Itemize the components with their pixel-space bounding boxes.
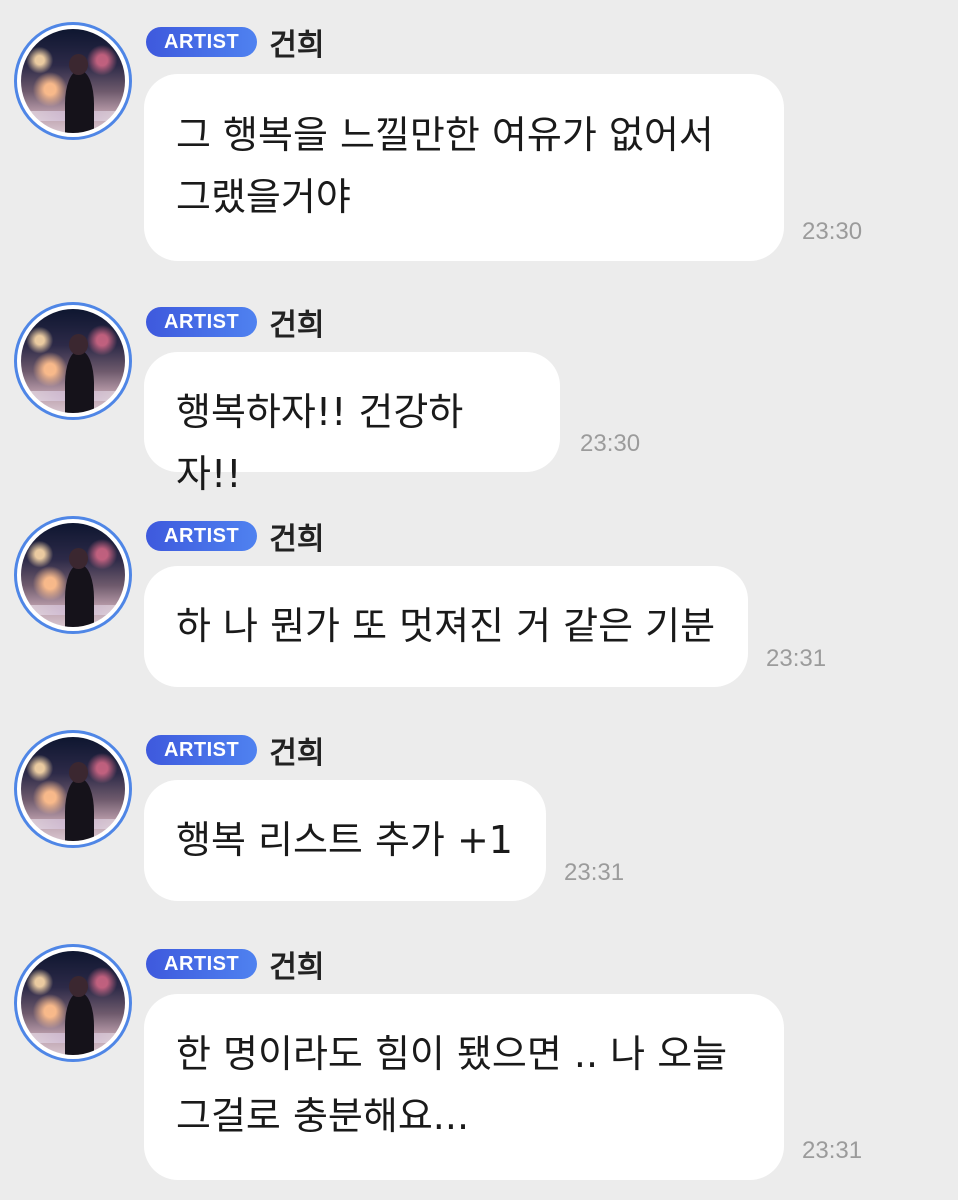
chat-message: ARTIST 건희 행복 리스트 추가 +1 23:31 <box>0 730 958 902</box>
chat-message: ARTIST 건희 그 행복을 느낄만한 여유가 없어서 그랬을거야 23:30 <box>0 22 958 262</box>
message-bubble[interactable]: 행복하자!! 건강하자!! <box>144 352 560 496</box>
message-bubble[interactable]: 하 나 뭔가 또 멋져진 거 같은 기분 <box>144 566 748 687</box>
avatar[interactable] <box>14 302 132 420</box>
message-time: 23:31 <box>766 645 827 672</box>
message-bubble[interactable]: 행복 리스트 추가 +1 <box>144 780 546 901</box>
chat-message: ARTIST 건희 행복하자!! 건강하자!! 23:30 <box>0 302 958 496</box>
profile-photo-icon <box>21 523 125 627</box>
sender-name: 건희 <box>269 308 325 343</box>
sender-row: ARTIST 건희 <box>146 516 325 557</box>
avatar[interactable] <box>14 730 132 848</box>
avatar[interactable] <box>14 22 132 140</box>
profile-photo-icon <box>21 29 125 133</box>
chat-message: ARTIST 건희 한 명이라도 힘이 됐으면 .. 나 오늘 그걸로 충분해요… <box>0 944 958 1184</box>
sender-name: 건희 <box>269 28 325 63</box>
artist-badge: ARTIST <box>146 949 258 979</box>
message-time: 23:31 <box>564 859 625 886</box>
artist-badge: ARTIST <box>146 27 258 57</box>
sender-name: 건희 <box>269 950 325 985</box>
artist-badge: ARTIST <box>146 735 258 765</box>
message-text: 그 행복을 느낄만한 여유가 없어서 그랬을거야 <box>176 113 714 219</box>
chat-message: ARTIST 건희 하 나 뭔가 또 멋져진 거 같은 기분 23:31 <box>0 516 958 688</box>
sender-name: 건희 <box>269 736 325 771</box>
sender-name: 건희 <box>269 522 325 557</box>
message-time: 23:31 <box>802 1137 863 1164</box>
avatar[interactable] <box>14 944 132 1062</box>
message-text: 행복 리스트 추가 +1 <box>176 818 513 862</box>
sender-row: ARTIST 건희 <box>146 730 325 771</box>
sender-row: ARTIST 건희 <box>146 22 325 63</box>
profile-photo-icon <box>21 309 125 413</box>
message-time: 23:30 <box>802 218 863 245</box>
profile-photo-icon <box>21 951 125 1055</box>
sender-row: ARTIST 건희 <box>146 302 325 343</box>
chat-message-list: ARTIST 건희 그 행복을 느낄만한 여유가 없어서 그랬을거야 23:30… <box>0 0 958 1200</box>
message-bubble[interactable]: 그 행복을 느낄만한 여유가 없어서 그랬을거야 <box>144 74 784 261</box>
message-bubble[interactable]: 한 명이라도 힘이 됐으면 .. 나 오늘 그걸로 충분해요... <box>144 994 784 1180</box>
message-time: 23:30 <box>580 430 641 457</box>
message-text: 한 명이라도 힘이 됐으면 .. 나 오늘 그걸로 충분해요... <box>176 1032 728 1138</box>
avatar[interactable] <box>14 516 132 634</box>
profile-photo-icon <box>21 737 125 841</box>
sender-row: ARTIST 건희 <box>146 944 325 985</box>
artist-badge: ARTIST <box>146 521 258 551</box>
artist-badge: ARTIST <box>146 307 258 337</box>
message-text: 행복하자!! 건강하자!! <box>176 390 464 496</box>
message-text: 하 나 뭔가 또 멋져진 거 같은 기분 <box>176 604 716 648</box>
